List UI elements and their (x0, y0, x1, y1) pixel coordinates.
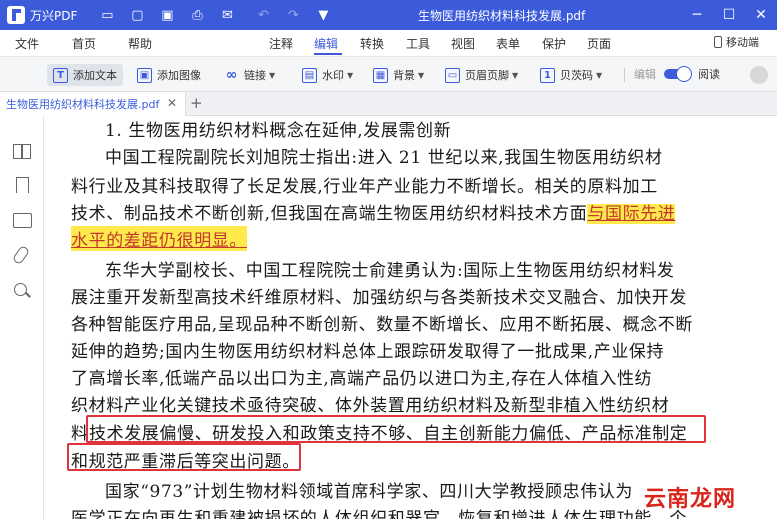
menu-view[interactable]: 视图 (451, 35, 475, 52)
thumbnails-icon[interactable] (13, 142, 31, 160)
comment-icon[interactable] (13, 212, 32, 230)
maximize-icon[interactable]: ☐ (713, 0, 745, 30)
chevron-down-icon[interactable]: ▼ (347, 71, 353, 80)
menu-protect[interactable]: 保护 (542, 35, 566, 52)
app-logo-icon (7, 6, 25, 24)
title-bar: 万兴PDF ▭ ▢ ▣ ⎙ ✉ ↶ ↷ ▼ 生物医用纺织材料科技发展.pdf ─… (0, 0, 777, 30)
link-icon: ∞ (225, 67, 238, 83)
add-text-button[interactable]: T 添加文本 (47, 64, 123, 86)
document-tab[interactable]: 生物医用纺织材料科技发展.pdf ✕ (0, 92, 186, 116)
watermark-button[interactable]: ▤ 水印 ▼ (302, 64, 353, 86)
app-name: 万兴PDF (30, 8, 78, 23)
print-icon[interactable]: ⎙ (189, 7, 205, 23)
background-icon: ▦ (373, 67, 388, 83)
watermark-logo: 云南龙网 (644, 487, 737, 512)
mode-switch-knob (676, 66, 692, 82)
text-tool-icon: T (53, 67, 68, 83)
chevron-down-icon[interactable]: ▼ (596, 71, 602, 80)
paragraph-line: 技术、制品技术不断创新,但我国在高端生物医用纺织材料技术方面与国际先进 (71, 199, 676, 224)
menu-annotate[interactable]: 注释 (269, 35, 293, 52)
search-icon[interactable] (13, 282, 31, 300)
left-sidebar (0, 116, 44, 519)
add-tab-icon[interactable]: + (190, 94, 203, 112)
menu-file[interactable]: 文件 (15, 35, 39, 52)
add-image-button[interactable]: ▣ 添加图像 (137, 64, 201, 86)
read-mode-label: 阅读 (698, 68, 720, 81)
background-label: 背景 (393, 69, 415, 82)
window-title: 生物医用纺织材料科技发展.pdf (418, 9, 586, 23)
menu-edit[interactable]: 编辑 (314, 35, 338, 52)
toolbar-divider (624, 68, 625, 82)
close-tab-icon[interactable]: ✕ (167, 96, 177, 110)
bates-number-label: 贝茨码 (560, 69, 593, 82)
menu-convert[interactable]: 转换 (360, 35, 384, 52)
background-button[interactable]: ▦ 背景 ▼ (373, 64, 424, 86)
add-text-label: 添加文本 (73, 69, 117, 82)
edit-mode-label: 编辑 (634, 68, 656, 81)
add-image-label: 添加图像 (157, 69, 201, 82)
undo-icon[interactable]: ↶ (255, 7, 271, 23)
watermark-label: 水印 (322, 69, 344, 82)
document-tab-title: 生物医用纺织材料科技发展.pdf (6, 98, 160, 111)
highlighted-text: 水平的差距仍很明显。 (71, 226, 247, 251)
paragraph-line: 医学正在向再生和重建被损坏的人体组织和器官、恢复和增进人体生理功能、个 (71, 509, 687, 519)
paragraph-line: 织材料产业化关键技术亟待突破、体外装置用纺织材料及新型非植入性纺织材 (71, 396, 670, 416)
chevron-down-icon[interactable]: ▼ (418, 71, 424, 80)
red-annotation-box (67, 443, 301, 471)
chevron-down-icon[interactable]: ▼ (269, 71, 275, 80)
highlighted-text: 与国际先进 (587, 204, 676, 224)
paragraph-line: 了高增长率,低端产品以出口为主,高端产品仍以进口为主,存在人体植入性纺 (71, 369, 653, 389)
section-heading: 1. 生物医用纺织材料概念在延伸,发展需创新 (105, 121, 452, 141)
paragraph-line: 国家“973”计划生物材料领域首席科学家、四川大学教授顾忠伟认为 (105, 482, 634, 502)
edit-read-toggle[interactable]: 编辑 阅读 (634, 66, 720, 82)
header-footer-icon: ▭ (445, 67, 460, 83)
save-icon[interactable]: ▣ (159, 7, 175, 23)
edit-toolbar: T 添加文本 ▣ 添加图像 ∞ 链接 ▼ ▤ 水印 ▼ ▦ 背景 ▼ ▭ 页眉页… (0, 56, 777, 92)
document-tab-bar: 生物医用纺织材料科技发展.pdf ✕ + (0, 92, 777, 116)
email-icon[interactable]: ✉ (219, 7, 235, 23)
header-footer-button[interactable]: ▭ 页眉页脚 ▼ (445, 64, 518, 86)
bates-number-button[interactable]: 1 贝茨码 ▼ (540, 64, 602, 86)
paragraph-line: 东华大学副校长、中国工程院院士俞建勇认为:国际上生物医用纺织材料发 (105, 261, 675, 281)
menu-tools[interactable]: 工具 (406, 35, 430, 52)
active-menu-indicator (314, 53, 342, 55)
link-label: 链接 (244, 69, 266, 82)
phone-icon (714, 36, 722, 48)
watermark-icon: ▤ (302, 67, 317, 83)
mode-switch[interactable] (664, 66, 692, 82)
paragraph-line: 各种智能医疗用品,呈现品种不断创新、数量不断增长、应用不断拓展、概念不断 (71, 315, 694, 335)
open-folder-icon[interactable]: ▭ (99, 7, 115, 23)
redo-icon[interactable]: ↷ (285, 7, 301, 23)
paragraph-line: 料行业及其科技取得了长足发展,行业年产业能力不断增长。相关的原料加工 (71, 177, 658, 197)
menu-form[interactable]: 表单 (496, 35, 520, 52)
mobile-doc-label: 移动端 (726, 36, 759, 49)
document-page: 1. 生物医用纺织材料概念在延伸,发展需创新 中国工程院副院长刘旭院士指出:进入… (45, 116, 777, 519)
quick-access-dropdown-icon[interactable]: ▼ (315, 7, 331, 23)
bates-number-icon: 1 (540, 67, 555, 83)
header-footer-label: 页眉页脚 (465, 69, 509, 82)
red-annotation-box (86, 415, 706, 443)
paragraph-line: 展注重开发新型高技术纤维原材料、加强纺织与各类新技术交叉融合、加快开发 (71, 288, 687, 308)
bookmark-icon[interactable] (13, 176, 31, 194)
menu-page[interactable]: 页面 (587, 35, 611, 52)
chevron-down-icon[interactable]: ▼ (512, 71, 518, 80)
link-button[interactable]: ∞ 链接 ▼ (224, 64, 276, 86)
paragraph-line: 延伸的趋势;国内生物医用纺织材料总体上跟踪研发取得了一批成果,产业保持 (71, 342, 665, 362)
minimize-icon[interactable]: ─ (681, 0, 713, 30)
folder-icon[interactable]: ▢ (129, 7, 145, 23)
menu-help[interactable]: 帮助 (128, 35, 152, 52)
paragraph-line: 中国工程院副院长刘旭院士指出:进入 21 世纪以来,我国生物医用纺织材 (105, 148, 663, 168)
window-controls: ─ ☐ ✕ (681, 0, 777, 30)
paragraph-text: 技术、制品技术不断创新,但我国在高端生物医用纺织材料技术方面 (71, 204, 588, 224)
more-options-icon[interactable] (750, 66, 768, 84)
image-tool-icon: ▣ (137, 67, 152, 83)
menu-home[interactable]: 首页 (72, 35, 96, 52)
attachment-icon[interactable] (13, 246, 31, 264)
menu-bar: 文件 首页 帮助 注释 编辑 转换 工具 视图 表单 保护 页面 (0, 30, 777, 56)
mobile-doc-button[interactable]: 移动端 (714, 34, 759, 50)
close-icon[interactable]: ✕ (745, 0, 777, 30)
